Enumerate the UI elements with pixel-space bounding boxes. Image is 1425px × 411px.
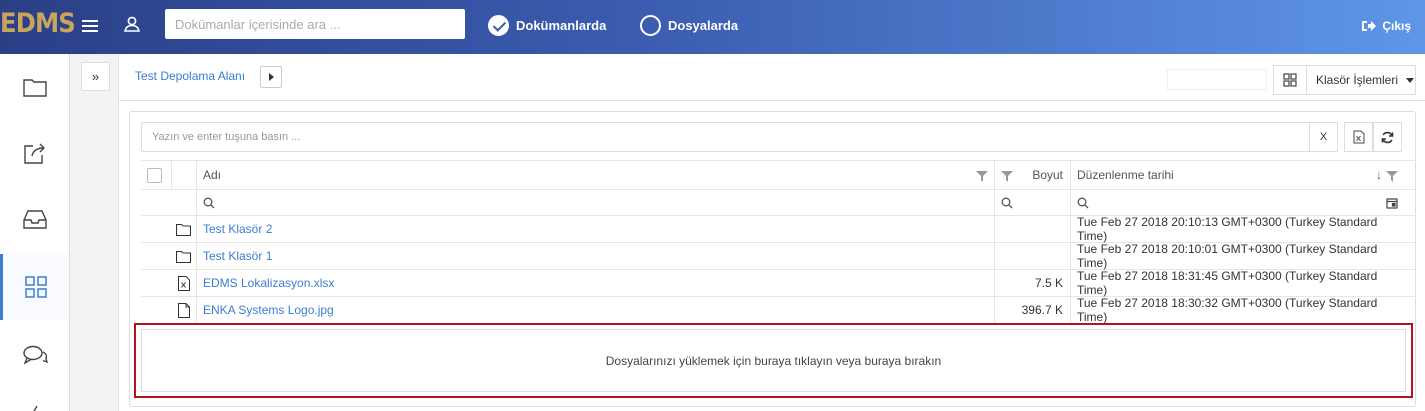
table-filter-row [141,190,1416,216]
refresh-icon [1381,131,1394,143]
sidebar-item-shared[interactable] [0,120,69,186]
column-header-size[interactable]: Boyut [994,161,1069,189]
name-filter-cell[interactable] [196,190,994,215]
folder-actions-dropdown[interactable]: Klasör İşlemleri [1306,65,1416,95]
export-excel-button[interactable] [1344,122,1373,152]
sidebar-item-messages[interactable] [0,322,69,388]
logout-button[interactable]: Çıkış [1362,19,1411,33]
file-date-cell: Tue Feb 27 2018 18:31:45 GMT+0300 (Turke… [1070,269,1404,297]
user-icon[interactable] [123,15,141,36]
file-modified-date: Tue Feb 27 2018 18:30:32 GMT+0300 (Turke… [1077,296,1378,324]
select-all-checkbox[interactable] [147,161,165,189]
file-name-link[interactable]: Test Klasör 2 [203,222,272,236]
breadcrumb-expand-button[interactable] [260,66,282,88]
column-size-label: Boyut [1032,168,1063,182]
dropzone-highlight: Dosyalarınızı yüklemek için buraya tıkla… [134,323,1413,398]
dropzone-text: Dosyalarınızı yüklemek için buraya tıkla… [605,353,942,368]
refresh-button[interactable] [1373,122,1402,152]
radio-documents-label: Dokümanlarda [516,17,607,33]
radio-files-label: Dosyalarda [668,17,739,33]
search-icon [1077,197,1089,208]
column-header-modified[interactable]: Düzenlenme tarihi ↓ [1070,161,1404,189]
divider [119,100,1425,101]
file-name-cell[interactable]: Test Klasör 2 [196,216,994,242]
toolbar-blank-field [1167,69,1267,90]
file-size: 396.7 K [1021,303,1063,317]
excel-file-icon [171,270,196,296]
folder-icon [171,243,196,269]
share-icon [23,143,45,164]
logout-icon [1362,21,1377,31]
file-size-cell: 7.5 K [994,270,1069,296]
breadcrumb-storage[interactable]: Test Depolama Alanı [135,69,245,83]
filter-icon[interactable] [1001,171,1013,182]
file-name-cell[interactable]: ENKA Systems Logo.jpg [196,297,994,323]
sidebar-item-more[interactable] [0,392,69,411]
grid-icon [25,276,47,298]
file-date-cell: Tue Feb 27 2018 18:30:32 GMT+0300 (Turke… [1070,296,1404,324]
filter-input[interactable] [141,122,1310,152]
column-header-name[interactable]: Adı [196,161,994,189]
top-bar: EDMS Dokümanlarda Dosyalarda Çıkış [0,0,1425,54]
radio-files[interactable]: Dosyalarda [640,13,738,37]
folder-icon [171,216,196,242]
upload-dropzone[interactable]: Dosyalarınızı yüklemek için buraya tıkla… [141,329,1406,392]
file-icon [171,297,196,323]
inbox-icon [22,210,47,229]
size-filter-cell[interactable] [994,190,1069,215]
table-row[interactable]: Test Klasör 1 Tue Feb 27 2018 20:10:01 G… [141,242,1416,270]
file-name-cell[interactable]: EDMS Lokalizasyon.xlsx [196,270,994,296]
sidebar [0,54,70,411]
file-date-cell: Tue Feb 27 2018 20:10:01 GMT+0300 (Turke… [1070,242,1404,270]
filter-icon[interactable] [976,171,988,182]
column-name-label: Adı [203,168,222,182]
chat-icon [22,345,48,365]
file-name-link[interactable]: EDMS Lokalizasyon.xlsx [203,276,334,290]
column-modified-label: Düzenlenme tarihi [1077,168,1174,182]
radio-documents[interactable]: Dokümanlarda [488,13,606,37]
grid-view-icon [1283,73,1297,87]
file-modified-date: Tue Feb 27 2018 20:10:01 GMT+0300 (Turke… [1077,242,1378,270]
file-date-cell: Tue Feb 27 2018 20:10:13 GMT+0300 (Turke… [1070,215,1404,243]
search-input[interactable] [165,9,465,39]
table-row[interactable]: EDMS Lokalizasyon.xlsx 7.5 K Tue Feb 27 … [141,269,1416,297]
file-modified-date: Tue Feb 27 2018 18:31:45 GMT+0300 (Turke… [1077,269,1378,297]
file-size-cell: 396.7 K [994,297,1069,323]
file-size: 7.5 K [1034,276,1063,290]
date-filter-cell[interactable] [1070,190,1404,215]
table-header-row: Adı Boyut Düzenlenme tarihi ↓ [141,160,1416,190]
unchecked-radio-icon [640,14,661,36]
search-icon [1001,197,1013,208]
file-modified-date: Tue Feb 27 2018 20:10:13 GMT+0300 (Turke… [1077,215,1378,243]
checked-radio-icon [488,14,509,36]
table-row[interactable]: Test Klasör 2 Tue Feb 27 2018 20:10:13 G… [141,215,1416,243]
folder-actions-label: Klasör İşlemleri [1316,73,1399,87]
excel-export-icon [1353,130,1364,144]
search-icon [203,197,215,208]
logout-label: Çıkış [1382,19,1411,33]
menu-icon[interactable] [82,17,98,37]
file-name-link[interactable]: Test Klasör 1 [203,249,272,263]
sort-descending-icon[interactable]: ↓ [1376,168,1382,182]
more-icon [32,405,38,411]
sidebar-item-dashboard[interactable] [0,254,69,320]
view-toggle-button[interactable] [1273,65,1307,95]
calendar-icon[interactable] [1386,197,1398,209]
sidebar-item-inbox[interactable] [0,186,69,252]
table-row[interactable]: ENKA Systems Logo.jpg 396.7 K Tue Feb 27… [141,296,1416,324]
double-chevron-right-icon: » [91,69,100,84]
file-name-cell[interactable]: Test Klasör 1 [196,243,994,269]
file-size-cell [994,216,1069,242]
sidebar-item-folders[interactable] [0,54,69,120]
folder-icon [22,79,47,97]
file-size-cell [994,243,1069,269]
filter-icon[interactable] [1386,171,1398,182]
brand-logo: EDMS [0,8,76,39]
clear-filter-button[interactable]: X [1309,122,1338,152]
expand-panel-button[interactable]: » [81,62,110,91]
icon-column-header [171,161,196,189]
file-name-link[interactable]: ENKA Systems Logo.jpg [203,303,334,317]
caret-down-icon [1406,77,1415,83]
